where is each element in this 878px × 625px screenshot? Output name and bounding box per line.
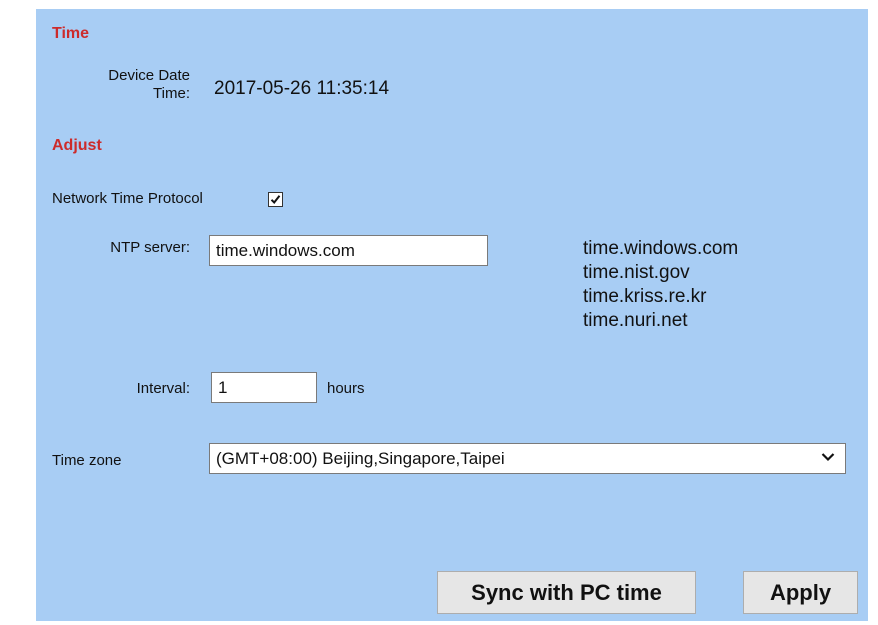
interval-unit: hours bbox=[327, 380, 365, 397]
ntp-server-suggestions: time.windows.com time.nist.gov time.kris… bbox=[583, 237, 738, 333]
time-zone-label: Time zone bbox=[52, 452, 122, 469]
chevron-down-icon bbox=[821, 453, 835, 462]
ntp-server-suggestion: time.nuri.net bbox=[583, 310, 688, 331]
apply-button[interactable]: Apply bbox=[743, 571, 858, 614]
ntp-server-suggestion: time.windows.com bbox=[583, 238, 739, 259]
device-date-time-label-line2: Time: bbox=[153, 85, 190, 102]
device-date-time-label-line1: Device Date bbox=[108, 67, 190, 84]
time-zone-value: (GMT+08:00) Beijing,Singapore,Taipei bbox=[216, 449, 505, 468]
ntp-server-suggestion: time.kriss.re.kr bbox=[583, 286, 707, 307]
ntp-server-label: NTP server: bbox=[110, 239, 190, 256]
ntp-checkbox[interactable] bbox=[268, 192, 283, 207]
interval-label: Interval: bbox=[136, 380, 190, 397]
device-date-time-value: 2017-05-26 11:35:14 bbox=[214, 78, 390, 99]
sync-with-pc-time-button[interactable]: Sync with PC time bbox=[437, 571, 696, 614]
time-zone-select[interactable]: (GMT+08:00) Beijing,Singapore,Taipei bbox=[209, 443, 846, 474]
ntp-label: Network Time Protocol bbox=[52, 190, 203, 207]
device-date-time-label: Device Date Time: bbox=[60, 67, 190, 103]
check-icon bbox=[270, 195, 281, 205]
ntp-server-suggestion: time.nist.gov bbox=[583, 262, 690, 283]
time-section-title: Time bbox=[52, 25, 90, 42]
interval-input[interactable] bbox=[211, 372, 317, 403]
ntp-server-input[interactable] bbox=[209, 235, 488, 266]
adjust-section-title: Adjust bbox=[52, 137, 102, 154]
